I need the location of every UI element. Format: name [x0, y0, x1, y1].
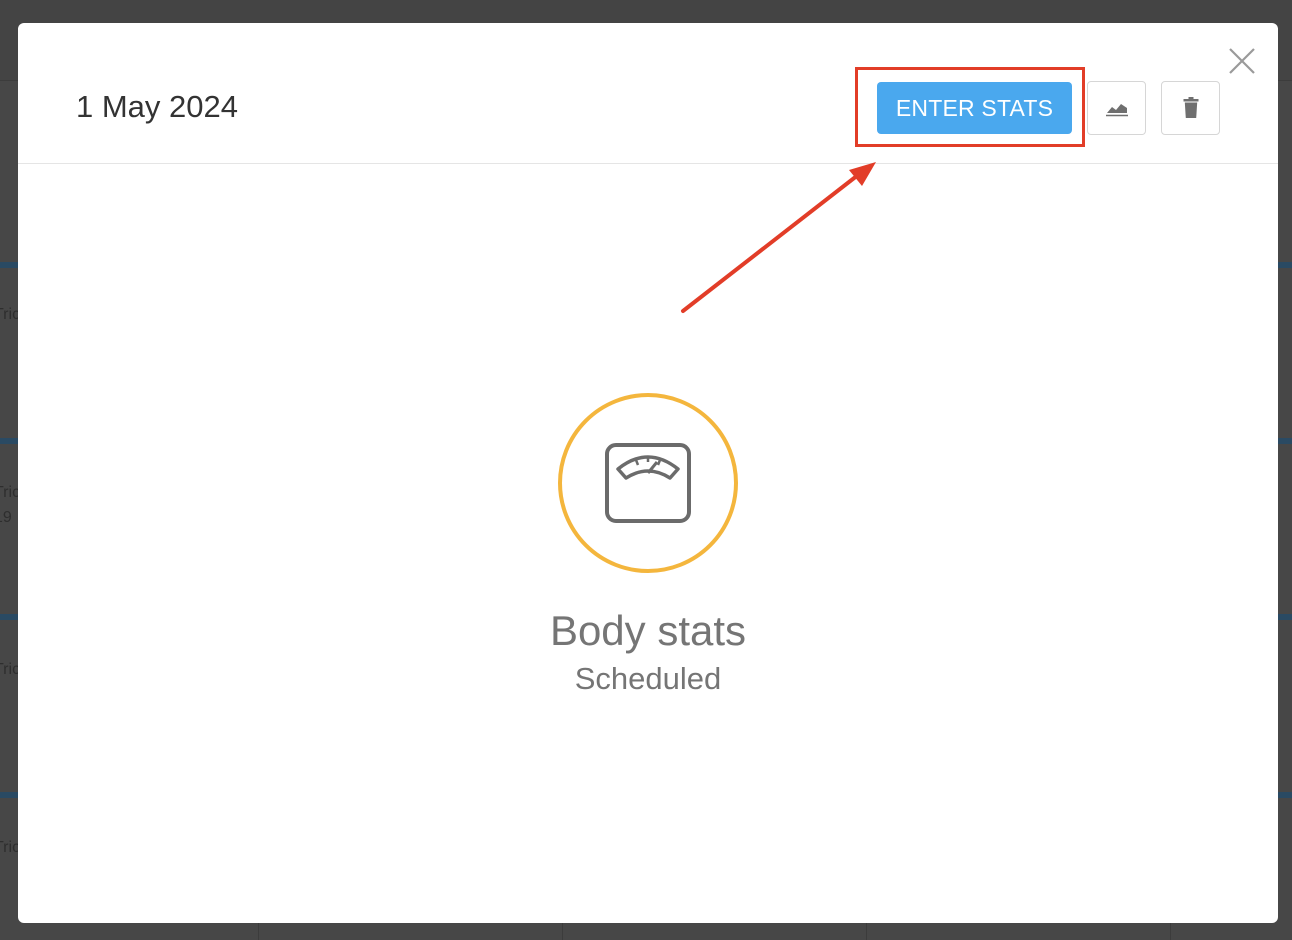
body-stats-title: Body stats	[549, 607, 747, 654]
delete-button[interactable]	[1161, 81, 1220, 135]
background-column-line	[258, 920, 259, 940]
close-button[interactable]	[1226, 45, 1258, 77]
scale-icon-circle	[558, 393, 738, 573]
background-row-label: 19	[0, 509, 12, 526]
modal-header: 1 May 2024 ENTER STATS	[18, 23, 1278, 164]
background-column-line	[1170, 920, 1171, 940]
chart-line-icon	[1105, 104, 1128, 117]
chart-button[interactable]	[1087, 81, 1146, 135]
modal-date-title: 1 May 2024	[76, 89, 238, 124]
close-icon	[1229, 48, 1255, 74]
enter-stats-button[interactable]: ENTER STATS	[877, 82, 1072, 134]
body-stats-status: Scheduled	[574, 661, 722, 696]
background-column-line	[562, 920, 563, 940]
background-column-line	[866, 920, 867, 940]
trash-icon	[1183, 97, 1198, 118]
scale-icon	[605, 443, 691, 523]
body-stats-modal: 1 May 2024 ENTER STATS Body stats Schedu…	[18, 23, 1278, 923]
